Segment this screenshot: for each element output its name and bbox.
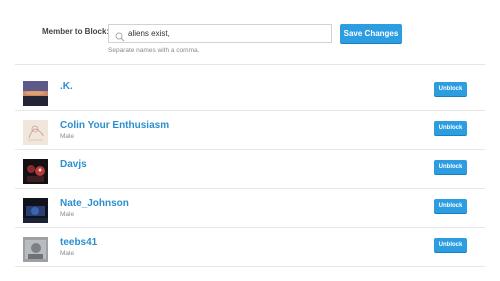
- user-gender: Male: [60, 250, 75, 257]
- blocked-user-list: .K. Unblock Colin Your Enthusiasm Male U…: [0, 72, 500, 267]
- user-gender: Male: [60, 133, 75, 140]
- member-to-block-value: aliens exist,: [128, 29, 170, 38]
- blocked-user-row: Nate_Johnson Male Unblock: [0, 189, 500, 228]
- avatar[interactable]: [23, 120, 48, 145]
- unblock-button[interactable]: Unblock: [434, 121, 467, 135]
- member-to-block-input[interactable]: aliens exist,: [108, 24, 332, 43]
- avatar[interactable]: [23, 198, 48, 223]
- username-link[interactable]: .K.: [60, 81, 73, 92]
- username-link[interactable]: Nate_Johnson: [60, 198, 129, 209]
- unblock-button[interactable]: Unblock: [434, 199, 467, 213]
- username-link[interactable]: Davjs: [60, 159, 87, 170]
- username-link[interactable]: teebs41: [60, 237, 97, 248]
- user-gender: Male: [60, 211, 75, 218]
- unblock-button[interactable]: Unblock: [434, 160, 467, 174]
- input-hint: Separate names with a comma.: [108, 47, 200, 54]
- form-divider: [15, 64, 485, 65]
- avatar[interactable]: [23, 237, 48, 262]
- blocked-user-row: Colin Your Enthusiasm Male Unblock: [0, 111, 500, 150]
- avatar[interactable]: [23, 159, 48, 184]
- blocked-user-row: .K. Unblock: [0, 72, 500, 111]
- search-icon: [115, 29, 125, 42]
- unblock-button[interactable]: Unblock: [434, 238, 467, 252]
- save-changes-button[interactable]: Save Changes: [340, 24, 402, 43]
- username-link[interactable]: Colin Your Enthusiasm: [60, 120, 169, 131]
- block-member-form: Member to Block: aliens exist, Separate …: [0, 0, 500, 62]
- avatar[interactable]: [23, 81, 48, 106]
- row-divider: [15, 266, 485, 267]
- member-to-block-label: Member to Block:: [42, 27, 110, 36]
- blocked-user-row: Davjs Unblock: [0, 150, 500, 189]
- blocked-user-row: teebs41 Male Unblock: [0, 228, 500, 267]
- unblock-button[interactable]: Unblock: [434, 82, 467, 96]
